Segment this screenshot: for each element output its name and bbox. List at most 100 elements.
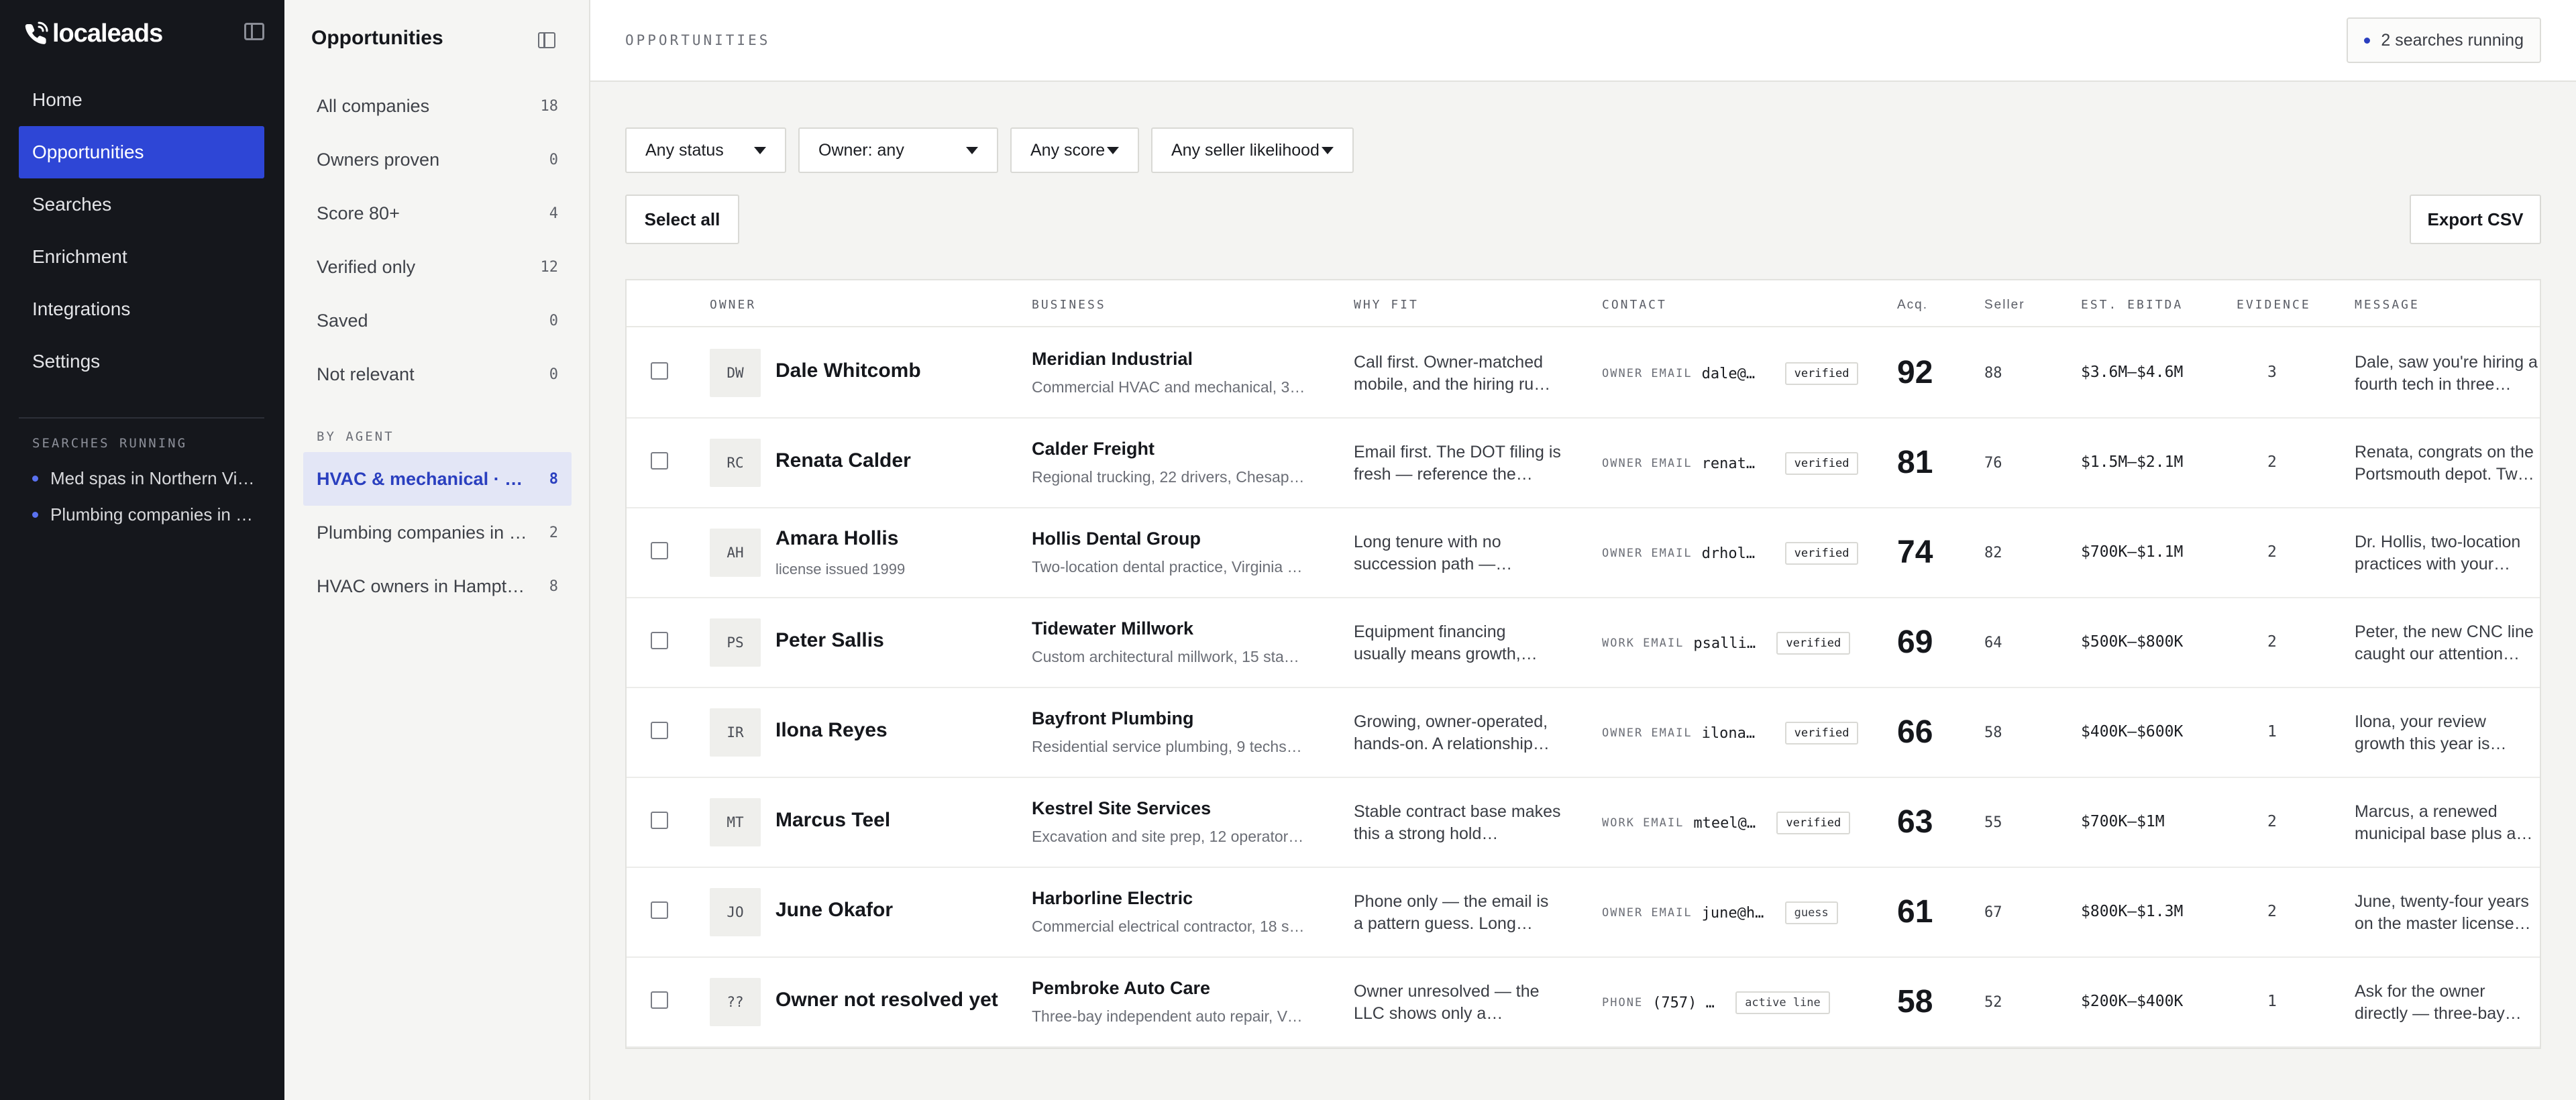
business-name[interactable]: Calder Freight	[1032, 439, 1155, 459]
table-row[interactable]: DW Dale Whitcomb Meridian Industrial Com…	[627, 329, 2540, 419]
column-header-evidence[interactable]: EVIDENCE	[2237, 298, 2311, 312]
message-preview[interactable]: Peter, the new CNC line caught our atten…	[2355, 621, 2540, 665]
nav-item-home[interactable]: Home	[19, 74, 264, 126]
contact-cell: OWNER EMAIL dale@… verified	[1602, 362, 1859, 385]
table-row[interactable]: MT Marcus Teel Kestrel Site Services Exc…	[627, 778, 2540, 868]
column-header-message[interactable]: MESSAGE	[2355, 298, 2420, 312]
row-checkbox[interactable]	[651, 812, 668, 829]
running-search-item[interactable]: Med spas in Northern Virginia	[32, 460, 260, 496]
row-checkbox[interactable]	[651, 362, 668, 380]
column-header-owner[interactable]: OWNER	[710, 298, 756, 312]
contact-value[interactable]: mteel@…	[1693, 815, 1760, 832]
panel-toggle-icon[interactable]	[538, 32, 555, 48]
owner-name[interactable]: Renata Calder	[775, 449, 911, 472]
table-row[interactable]: RC Renata Calder Calder Freight Regional…	[627, 419, 2540, 508]
owner-name[interactable]: Amara Hollis	[775, 527, 898, 550]
nav-item-searches[interactable]: Searches	[19, 178, 264, 231]
business-name[interactable]: Tidewater Millwork	[1032, 618, 1193, 639]
column-header-business[interactable]: BUSINESS	[1032, 298, 1106, 312]
row-checkbox[interactable]	[651, 452, 668, 470]
contact-status-badge: active line	[1735, 991, 1830, 1014]
evidence-count: 3	[2267, 364, 2277, 381]
contact-value[interactable]: ilona…	[1702, 725, 1769, 742]
row-checkbox[interactable]	[651, 991, 668, 1009]
contact-kind: OWNER EMAIL	[1602, 906, 1693, 920]
nav-item-opportunities[interactable]: Opportunities	[19, 126, 264, 178]
message-preview[interactable]: Dale, saw you're hiring a fourth tech in…	[2355, 351, 2540, 396]
agent-item[interactable]: Plumbing companies in Hampton Roads 2	[303, 506, 572, 559]
avatar: AH	[710, 529, 761, 577]
owner-name[interactable]: Dale Whitcomb	[775, 360, 921, 382]
status-select[interactable]: Any status	[625, 127, 786, 173]
filter-count: 18	[540, 97, 559, 115]
agent-item[interactable]: HVAC & mechanical · Hampton Roads 8	[303, 452, 572, 506]
acquisition-score: 61	[1897, 894, 1933, 930]
owner-select[interactable]: Owner: any	[798, 127, 998, 173]
column-header-why-fit[interactable]: WHY FIT	[1354, 298, 1419, 312]
column-header-contact[interactable]: CONTACT	[1602, 298, 1667, 312]
column-header-seller[interactable]: Seller	[1984, 298, 2025, 313]
row-checkbox[interactable]	[651, 542, 668, 559]
filter-owners-proven[interactable]: Owners proven 0	[303, 133, 572, 186]
owner-name[interactable]: Owner not resolved yet	[775, 989, 998, 1011]
message-preview[interactable]: Marcus, a renewed municipal base plus a…	[2355, 801, 2540, 845]
column-header-ebitda[interactable]: EST. EBITDA	[2081, 298, 2183, 312]
sidebar-toggle-icon[interactable]	[244, 23, 264, 40]
row-checkbox[interactable]	[651, 722, 668, 739]
export-csv-button[interactable]: Export CSV	[2410, 195, 2541, 244]
business-name[interactable]: Hollis Dental Group	[1032, 529, 1201, 549]
business-name[interactable]: Bayfront Plumbing	[1032, 708, 1194, 729]
contact-value[interactable]: (757) 55…	[1652, 995, 1719, 1011]
nav-item-settings[interactable]: Settings	[19, 335, 264, 388]
table-row[interactable]: AH Amara Hollis license issued 1999 Holl…	[627, 508, 2540, 598]
filter-all-companies[interactable]: All companies 18	[303, 79, 572, 133]
owner-name[interactable]: Ilona Reyes	[775, 719, 888, 742]
table-row[interactable]: PS Peter Sallis Tidewater Millwork Custo…	[627, 598, 2540, 688]
contact-value[interactable]: renat…	[1702, 455, 1769, 472]
business-name[interactable]: Pembroke Auto Care	[1032, 978, 1210, 999]
filter-saved[interactable]: Saved 0	[303, 294, 572, 347]
business-name[interactable]: Meridian Industrial	[1032, 349, 1193, 370]
table-row[interactable]: IR Ilona Reyes Bayfront Plumbing Residen…	[627, 688, 2540, 778]
contact-value[interactable]: dale@…	[1702, 366, 1769, 382]
message-preview[interactable]: Ilona, your review growth this year is…	[2355, 711, 2540, 755]
evidence-count: 2	[2267, 813, 2277, 830]
agent-item[interactable]: HVAC owners in Hampton Roads 8	[303, 559, 572, 613]
table-row[interactable]: JO June Okafor Harborline Electric Comme…	[627, 868, 2540, 958]
column-header-acq[interactable]: Acq.	[1897, 298, 1928, 313]
status-select-value: Any status	[645, 140, 724, 160]
row-checkbox[interactable]	[651, 632, 668, 649]
message-preview[interactable]: Renata, congrats on the Portsmouth depot…	[2355, 441, 2540, 486]
contact-value[interactable]: psalli…	[1693, 635, 1760, 652]
searches-status-badge[interactable]: 2 searches running	[2347, 17, 2541, 63]
score-select[interactable]: Any score	[1010, 127, 1139, 173]
opportunities-sidebar: Opportunities All companies 18 Owners pr…	[284, 0, 590, 1100]
contact-value[interactable]: june@har…	[1702, 905, 1769, 922]
why-fit-text: Stable contract base makes this a strong…	[1354, 802, 1561, 843]
contact-value[interactable]: drhol…	[1702, 545, 1769, 562]
evidence-count: 1	[2267, 723, 2277, 740]
owner-name[interactable]: Peter Sallis	[775, 629, 884, 652]
owner-name[interactable]: June Okafor	[775, 899, 893, 922]
business-name[interactable]: Harborline Electric	[1032, 888, 1193, 909]
owner-name[interactable]: Marcus Teel	[775, 809, 890, 832]
business-name[interactable]: Kestrel Site Services	[1032, 798, 1211, 819]
message-preview[interactable]: June, twenty-four years on the master li…	[2355, 891, 2540, 935]
message-preview[interactable]: Ask for the owner directly — three-bay…	[2355, 981, 2540, 1025]
filter-score-80[interactable]: Score 80+ 4	[303, 186, 572, 240]
filter-label: Not relevant	[317, 364, 415, 384]
nav-item-enrichment[interactable]: Enrichment	[19, 231, 264, 283]
running-search-item[interactable]: Plumbing companies in Hampton Roads	[32, 496, 260, 533]
seller-select-value: Any seller likelihood	[1171, 140, 1320, 160]
message-preview[interactable]: Dr. Hollis, two-location practices with …	[2355, 531, 2540, 575]
avatar: MT	[710, 798, 761, 846]
filter-verified-only[interactable]: Verified only 12	[303, 240, 572, 294]
filter-not-relevant[interactable]: Not relevant 0	[303, 347, 572, 401]
seller-likelihood-select[interactable]: Any seller likelihood	[1151, 127, 1354, 173]
table-row[interactable]: ?? Owner not resolved yet Pembroke Auto …	[627, 958, 2540, 1048]
brand-logo[interactable]: localeads	[23, 17, 163, 50]
row-checkbox[interactable]	[651, 901, 668, 919]
filter-label: Verified only	[317, 256, 416, 277]
nav-item-integrations[interactable]: Integrations	[19, 283, 264, 335]
select-all-button[interactable]: Select all	[625, 195, 739, 244]
